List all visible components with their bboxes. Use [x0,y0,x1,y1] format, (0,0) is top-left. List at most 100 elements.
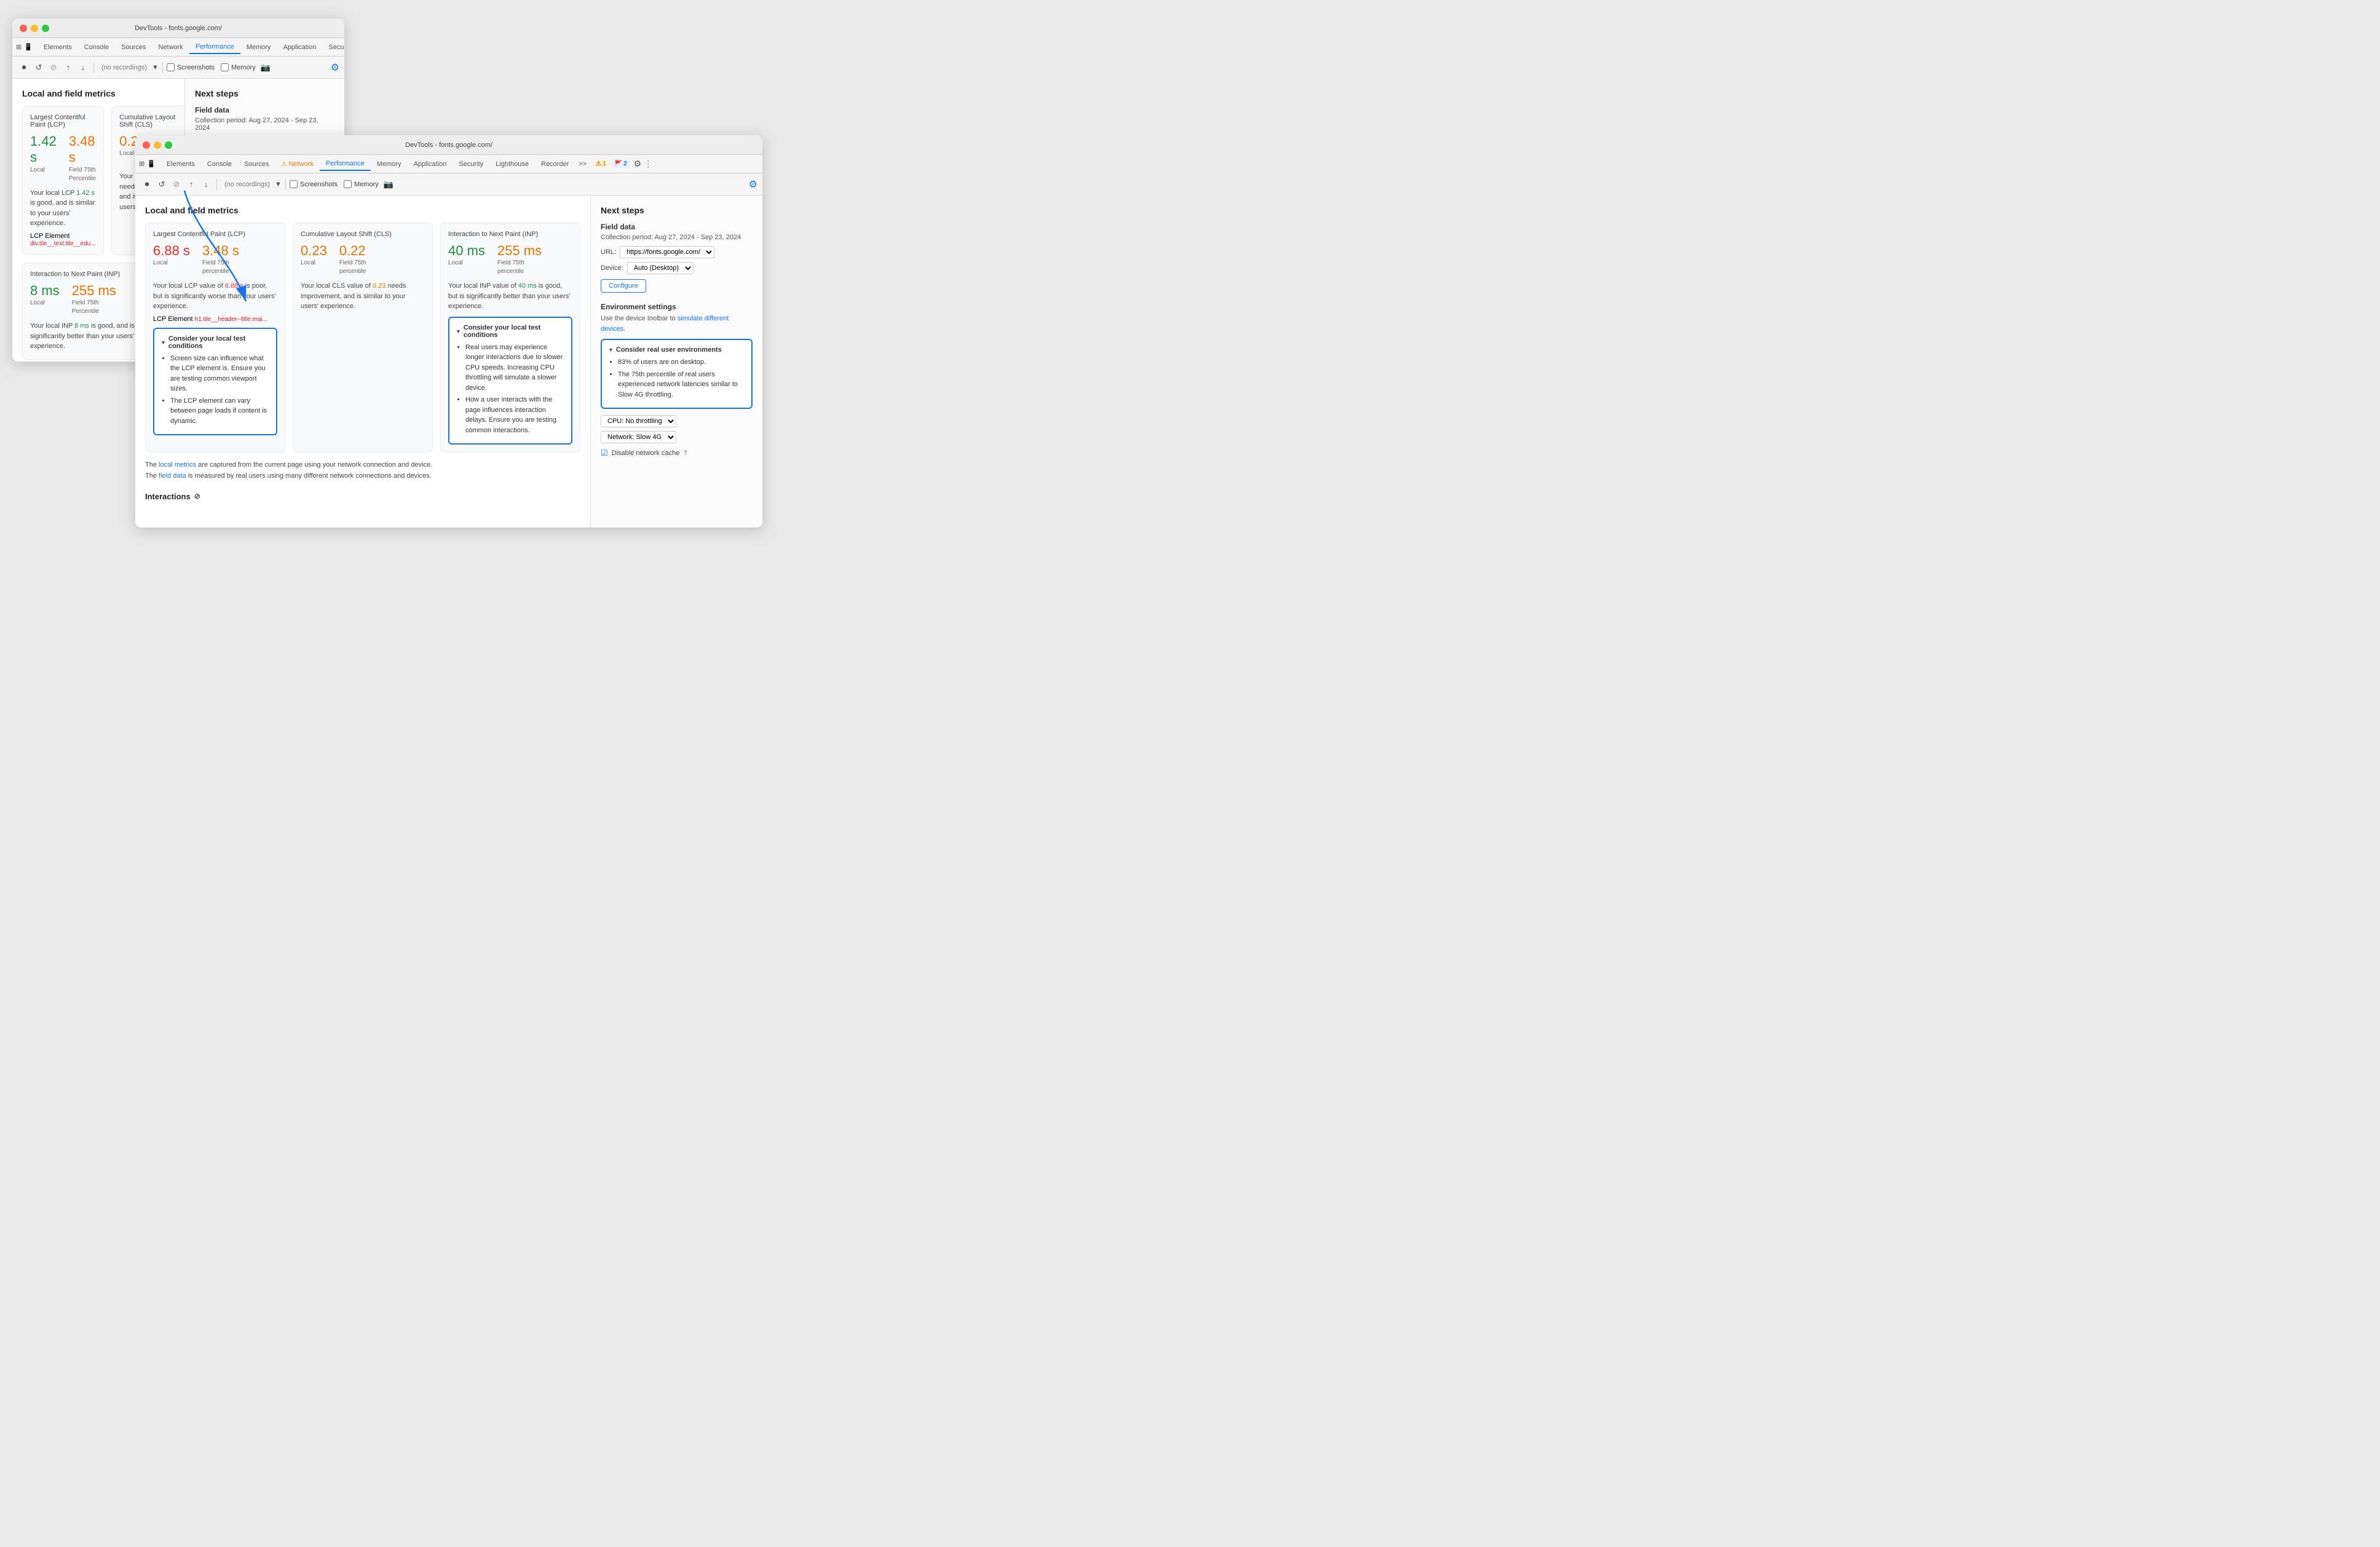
tab-application-1[interactable]: Application [277,41,323,53]
devtools-panel-icon-2: ⊞ [139,160,144,168]
toolbar-2: ⏺ ↺ ⊘ ↑ ↓ (no recordings) ▼ Screenshots … [135,173,762,196]
minimize-button-1[interactable] [31,25,38,32]
lcp-local-label-2: Local [153,259,190,267]
window-title-1: DevTools - fonts.google.com/ [135,25,222,32]
tab-elements-2[interactable]: Elements [160,158,201,170]
tab-security-2[interactable]: Security [453,158,489,170]
tab-memory-2[interactable]: Memory [371,158,408,170]
field-data-subtitle-2: Field data [601,223,753,231]
cpu-select-2[interactable]: CPU: No throttling [601,415,676,427]
tab-performance-1[interactable]: Performance [189,41,240,54]
toolbar-settings-1[interactable]: ⚙ [331,61,339,74]
url-label-2: URL: [601,248,616,256]
inp-values-2: 40 ms Local 255 ms Field 75thpercentile [448,243,572,276]
upload-btn-1[interactable]: ↑ [61,61,75,74]
tab-network-1[interactable]: Network [152,41,189,53]
maximize-button-2[interactable] [165,141,172,149]
traffic-lights-2 [143,141,172,149]
camera-icon-2: 📷 [384,180,393,189]
env-settings-2: Environment settings Use the device tool… [601,303,753,458]
memory-checkbox-1[interactable]: Memory [221,63,256,71]
tab-overflow-2[interactable]: >> [575,160,590,168]
recordings-dropdown-1[interactable]: ▼ [152,64,159,71]
tab-bar-2: ⊞ 📱 Elements Console Sources ⚠ Network P… [135,155,762,173]
reload-btn-1[interactable]: ↺ [32,61,45,74]
screenshots-check-input-2[interactable] [290,180,298,188]
lcp-consideration-item-1: Screen size can influence what the LCP e… [170,354,270,394]
tab-memory-1[interactable]: Memory [240,41,277,53]
close-button-1[interactable] [20,25,27,32]
cache-help-icon[interactable]: ? [683,449,687,457]
reload-btn-2[interactable]: ↺ [155,178,168,191]
recordings-label-2: (no recordings) [221,181,274,188]
lcp-element-link-1[interactable]: div.tile__text.tile__edu... [30,240,96,247]
stop-btn-1[interactable]: ⊘ [47,61,60,74]
memory-check-input-2[interactable] [344,180,352,188]
lcp-element-link-2[interactable]: h1.tile__header--title.mai... [195,316,267,323]
stop-btn-2[interactable]: ⊘ [170,178,183,191]
cpu-row-2: CPU: No throttling [601,415,753,427]
device-select-2[interactable]: Auto (Desktop) [627,262,694,274]
next-steps-panel-2: Next steps Field data Collection period:… [590,196,762,528]
tab-application-2[interactable]: Application [408,158,453,170]
download-btn-1[interactable]: ↓ [76,61,90,74]
lcp-label-2: Largest Contentful Paint (LCP) [153,231,277,238]
inp-consideration-item-1: Real users may experience longer interac… [465,342,565,394]
screenshots-checkbox-2[interactable]: Screenshots [290,180,338,188]
tab-console-1[interactable]: Console [78,41,115,53]
warning-icon-2: ⚠ [596,160,601,167]
url-select-2[interactable]: https://fonts.google.com/ [620,246,714,258]
field-data-subtitle-1: Field data [195,106,334,114]
env-desc-2: Use the device toolbar to simulate diffe… [601,314,753,334]
inp-local-label-2: Local [448,259,485,267]
tab-sources-2[interactable]: Sources [238,158,275,170]
record-btn-1[interactable]: ⏺ [17,61,31,74]
env-consideration-title-2: Consider real user environments [608,346,745,354]
inp-field-value-1: 255 ms [72,283,116,299]
cls-field-value-2: 0.22 [339,243,366,259]
tab-lighthouse-2[interactable]: Lighthouse [489,158,535,170]
inp-consideration-title-2: Consider your local test conditions [456,324,565,339]
minimize-button-2[interactable] [154,141,161,149]
env-consideration-box-2: Consider real user environments 83% of u… [601,339,753,409]
cls-values-2: 0.23 Local 0.22 Field 75thpercentile [301,243,425,276]
settings-icon-2[interactable]: ⚙ [634,159,642,169]
download-btn-2[interactable]: ↓ [199,178,213,191]
section-title-1: Local and field metrics [22,89,175,98]
recordings-dropdown-2[interactable]: ▼ [275,181,282,188]
network-select-2[interactable]: Network: Slow 4G [601,431,676,443]
tab-network-2[interactable]: ⚠ Network [275,158,320,170]
close-button-2[interactable] [143,141,150,149]
field-data-period-2: Collection period: Aug 27, 2024 - Sep 23… [601,234,753,241]
inp-consideration-item-2: How a user interacts with the page influ… [465,395,565,435]
lcp-desc-2: Your local LCP value of 6.88 s is poor, … [153,281,277,312]
record-btn-2[interactable]: ⏺ [140,178,154,191]
field-data-link[interactable]: field data [159,472,186,480]
field-data-period-1: Collection period: Aug 27, 2024 - Sep 23… [195,117,334,132]
screenshots-check-input-1[interactable] [167,63,175,71]
tab-console-2[interactable]: Console [201,158,238,170]
more-icon-2[interactable]: ⋮ [644,159,652,169]
upload-btn-2[interactable]: ↑ [184,178,198,191]
tab-performance-2[interactable]: Performance [320,157,371,171]
tab-sources-1[interactable]: Sources [115,41,152,53]
recordings-label-1: (no recordings) [98,64,151,71]
memory-check-input-1[interactable] [221,63,229,71]
divider-1 [93,62,94,73]
cls-label-1: Cumulative Layout Shift (CLS) [119,114,184,129]
configure-btn-2[interactable]: Configure [601,279,646,293]
device-label-2: Device: [601,264,623,272]
tab-security-1[interactable]: Security [322,41,344,53]
maximize-button-1[interactable] [42,25,49,32]
tab-recorder-2[interactable]: Recorder [535,158,575,170]
toolbar-settings-2[interactable]: ⚙ [749,178,757,191]
simulate-devices-link[interactable]: simulate different devices [601,315,729,333]
lcp-field-value-1: 3.48 s [69,133,96,166]
screenshots-checkbox-1[interactable]: Screenshots [167,63,215,71]
local-metrics-link[interactable]: local metrics [159,461,196,469]
memory-checkbox-2[interactable]: Memory [344,180,379,188]
tab-elements-1[interactable]: Elements [38,41,78,53]
flag-icon-2: 🚩 [615,160,622,167]
interactions-icon: ⊘ [194,492,200,501]
env-consideration-item-1: 83% of users are on desktop. [618,357,745,368]
